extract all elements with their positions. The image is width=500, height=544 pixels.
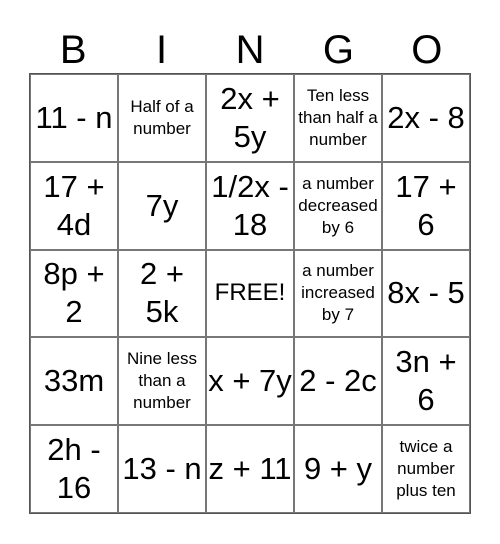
bingo-cell[interactable]: x + 7y — [206, 337, 294, 426]
bingo-cell[interactable]: 7y — [118, 161, 206, 250]
header-letter-n: N — [235, 28, 265, 72]
header-letter-g: G — [322, 28, 354, 72]
bingo-cell[interactable]: 2x + 5y — [206, 74, 294, 162]
bingo-header: B I N G O — [29, 28, 471, 72]
bingo-cell[interactable]: 17 + 6 — [382, 161, 470, 250]
header-letter-b: B — [59, 28, 87, 72]
bingo-cell[interactable]: a number decreased by 6 — [294, 161, 382, 250]
bingo-cell[interactable]: a number increased by 7 — [294, 249, 382, 338]
bingo-cell[interactable]: 8p + 2 — [30, 249, 118, 338]
bingo-cell[interactable]: 2 - 2c — [294, 337, 382, 426]
bingo-cell[interactable]: 13 - n — [118, 425, 206, 513]
bingo-cell[interactable]: Nine less than a number — [118, 337, 206, 426]
bingo-cell[interactable]: 9 + y — [294, 425, 382, 513]
bingo-cell[interactable]: 11 - n — [30, 74, 118, 162]
bingo-cell[interactable]: 2h - 16 — [30, 425, 118, 513]
bingo-cell[interactable]: twice a number plus ten — [382, 425, 470, 513]
bingo-cell[interactable]: 2 + 5k — [118, 249, 206, 338]
bingo-cell[interactable]: 2x - 8 — [382, 74, 470, 162]
free-space-cell[interactable]: FREE! — [206, 249, 294, 338]
bingo-cell[interactable]: 3n + 6 — [382, 337, 470, 426]
bingo-cell[interactable]: 17 + 4d — [30, 161, 118, 250]
bingo-cell[interactable]: Ten less than half a number — [294, 74, 382, 162]
bingo-cell[interactable]: 33m — [30, 337, 118, 426]
bingo-cell[interactable]: 8x - 5 — [382, 249, 470, 338]
bingo-cell[interactable]: z + 11 — [206, 425, 294, 513]
bingo-cell[interactable]: 1/2x - 18 — [206, 161, 294, 250]
bingo-grid: 11 - n Half of a number 2x + 5y Ten less th… — [29, 73, 471, 514]
header-letter-o: O — [411, 28, 443, 72]
bingo-cell[interactable]: Half of a number — [118, 74, 206, 162]
header-letter-i: I — [156, 28, 168, 72]
